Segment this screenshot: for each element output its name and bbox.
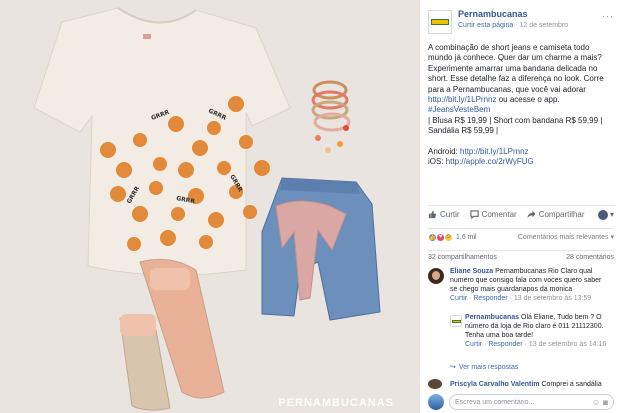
sort-label: Comentários mais relevantes — [517, 234, 609, 241]
comment-text: Comprei a sandália — [539, 381, 602, 388]
caret-down-icon: ▾ — [609, 210, 614, 219]
comment-author[interactable]: Eliane Souza — [450, 268, 493, 275]
reply-reply-link[interactable]: Responder — [488, 341, 522, 348]
comment-meta: Curtir · Responder · 13 de setembro às 1… — [450, 295, 592, 302]
post-actions: Curtir Comentar Compartilhar ▾ — [428, 205, 614, 223]
like-page-link[interactable]: Curtir esta página — [458, 22, 513, 29]
post-text-tail: ou acesse o app. — [496, 95, 560, 105]
thumbs-up-icon — [428, 210, 437, 219]
bracelets — [311, 80, 351, 153]
comment-label: Comentar — [481, 210, 517, 219]
hashtag-link[interactable]: #JeansVesteBem — [428, 105, 490, 114]
like-button[interactable]: Curtir — [428, 210, 460, 219]
comment-like-link[interactable]: Curtir — [450, 295, 467, 302]
facebook-post-lightbox: GRRR GRRR GRRR GRRR GRRR PERNAMBUCANAS P… — [0, 0, 620, 413]
like-label: Curtir — [440, 210, 460, 219]
comment-reply-link[interactable]: Responder — [473, 295, 507, 302]
android-link[interactable]: http://bit.ly/1LPrnnz — [460, 147, 528, 156]
comment-composer: ☺ ◙ — [428, 393, 614, 411]
pernambucanas-logo-icon — [451, 319, 461, 323]
post-stats: 32 compartilhamentos 28 comentários — [428, 250, 614, 262]
commenter-avatar[interactable] — [428, 268, 444, 284]
post-panel: Pernambucanas Curtir esta página · 12 de… — [420, 0, 620, 413]
ios-link[interactable]: http://apple.co/2rWyFUG — [446, 157, 534, 166]
shares-count[interactable]: 32 compartilhamentos — [428, 254, 497, 262]
comment-button[interactable]: Comentar — [469, 210, 517, 219]
ios-label: iOS: — [428, 157, 446, 167]
reaction-count[interactable]: 1,6 mil — [456, 234, 477, 241]
share-icon — [527, 210, 536, 219]
post-photo[interactable]: GRRR GRRR GRRR GRRR GRRR PERNAMBUCANAS — [0, 0, 420, 413]
price-list: | Blusa R$ 19,99 | Short com bandana R$ … — [428, 115, 603, 136]
comment-input-wrapper[interactable]: ☺ ◙ — [449, 394, 614, 410]
more-replies-label: Ver mais respostas — [458, 363, 519, 371]
reply-comment: Pernambucanas Olá Eliane, Tudo bem ? O n… — [465, 313, 612, 349]
post-date[interactable]: 12 de setembro — [520, 22, 569, 29]
page-name-link[interactable]: Pernambucanas — [458, 9, 528, 19]
commenter-avatar[interactable] — [428, 379, 442, 389]
composer-tools: ☺ ◙ — [592, 398, 608, 407]
comments-count[interactable]: 28 comentários — [566, 254, 614, 262]
share-label: Compartilhar — [538, 210, 585, 219]
profile-avatar-icon — [597, 209, 608, 220]
share-button[interactable]: Compartilhar — [527, 210, 585, 219]
comment-time[interactable]: 13 de setembro às 13:59 — [514, 295, 591, 302]
sandals — [119, 258, 225, 411]
post-meta: Curtir esta página · 12 de setembro — [458, 22, 568, 29]
post-link[interactable]: http://bit.ly/1LPrnnz — [428, 95, 496, 104]
photo-watermark: PERNAMBUCANAS — [278, 397, 394, 409]
comment: Eliane Souza Pernambucanas Rio Claro qua… — [450, 267, 610, 303]
emoji-icon[interactable]: ☺ — [592, 398, 600, 407]
meta-separator: · — [515, 22, 518, 29]
post-text: A combinação de short jeans e camiseta t… — [428, 43, 604, 94]
comment-input[interactable] — [455, 398, 592, 406]
haha-reaction-icon[interactable]: ☺ — [444, 232, 453, 242]
reply-time[interactable]: 13 de setembro às 14:16 — [529, 341, 606, 348]
page-avatar[interactable] — [428, 10, 452, 34]
denim-shorts — [261, 177, 381, 321]
reply-avatar[interactable] — [450, 315, 462, 327]
reactions-summary: 👍 ♥ ☺ 1,6 mil Comentários mais relevante… — [428, 228, 614, 242]
comment-sort-dropdown[interactable]: Comentários mais relevantes ▾ — [518, 233, 614, 241]
reply-arrow-icon: ↪ — [450, 364, 456, 371]
reply-like-link[interactable]: Curtir — [465, 341, 482, 348]
more-options-icon[interactable]: ··· — [602, 11, 614, 21]
current-user-avatar[interactable] — [428, 394, 444, 410]
flatlay-illustration: GRRR GRRR GRRR GRRR GRRR — [33, 7, 381, 411]
comment-author[interactable]: Priscyla Carvalho Valentim — [450, 381, 540, 388]
pernambucanas-logo-icon — [431, 19, 449, 25]
camera-icon[interactable]: ◙ — [603, 398, 608, 407]
reply-meta: Curtir · Responder · 13 de setembro às 1… — [465, 341, 607, 348]
comment-icon — [469, 210, 479, 219]
android-label: Android: — [428, 146, 461, 156]
comment: Priscyla Carvalho Valentim Comprei a san… — [450, 380, 615, 389]
more-replies-link[interactable]: ↪ Ver mais respostas — [450, 363, 519, 372]
audience-selector[interactable]: ▾ — [597, 209, 614, 220]
reply-author[interactable]: Pernambucanas — [465, 314, 519, 321]
post-body: A combinação de short jeans e camiseta t… — [428, 43, 614, 167]
post-header: Pernambucanas Curtir esta página · 12 de… — [428, 8, 614, 36]
caret-down-icon: ▾ — [610, 234, 614, 241]
